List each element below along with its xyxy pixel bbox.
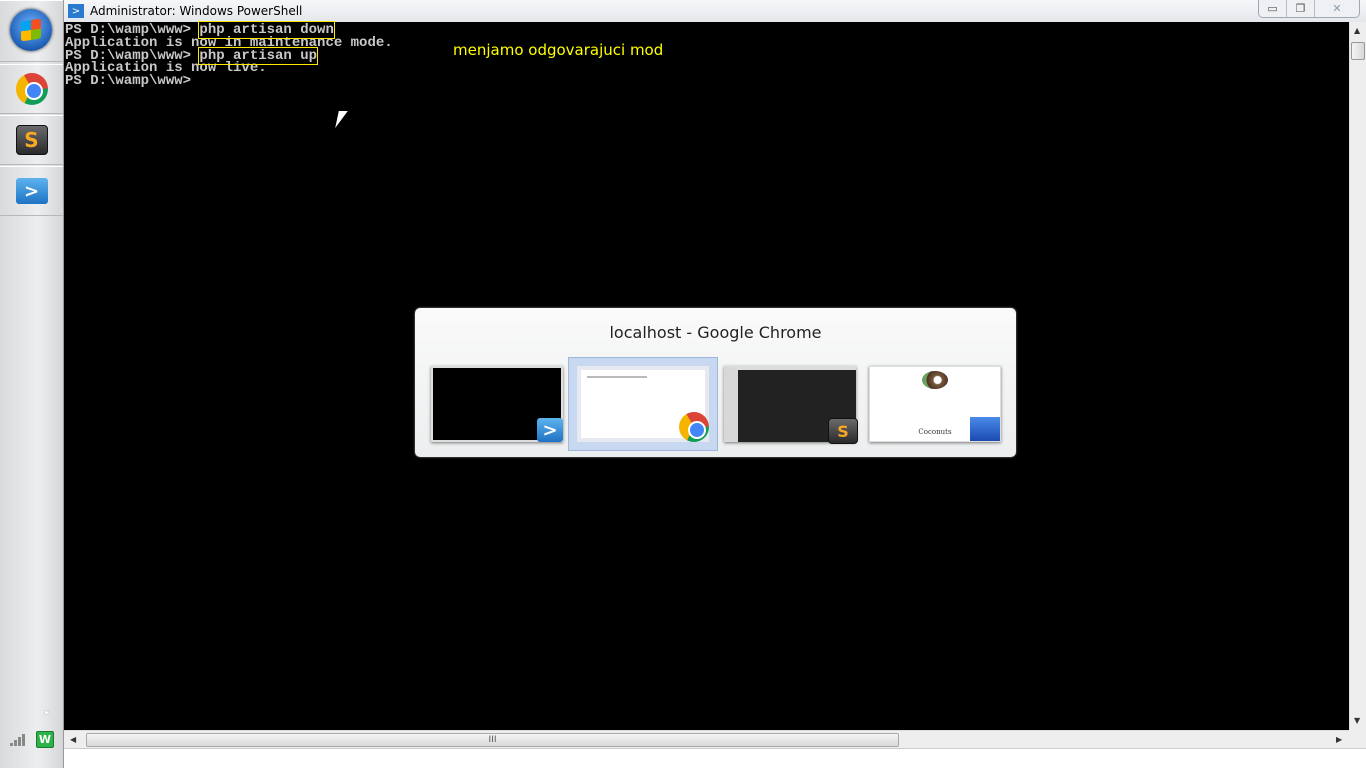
restore-icon: ❐ [1295,2,1306,15]
close-button[interactable]: ✕ [1315,0,1359,17]
taskbar-item-powershell[interactable]: > [0,166,63,216]
coconut-image [922,371,948,389]
switcher-title: localhost - Google Chrome [609,323,822,342]
scroll-up-icon[interactable]: ▲ [1354,26,1360,35]
show-hidden-icons-button[interactable]: ▸ [45,708,50,718]
powershell-icon: > [68,4,84,18]
switcher-item-sublime[interactable]: S [724,366,858,444]
scroll-left-icon[interactable]: ◀ [70,735,76,744]
switcher-item-powershell[interactable]: > [431,366,563,442]
annotation-caption: menjamo odgovarajuci mod [453,41,664,59]
scroll-down-icon[interactable]: ▼ [1354,716,1360,725]
windows-logo-icon [10,9,52,51]
desktop-icon [970,417,1000,441]
alt-tab-switcher: localhost - Google Chrome > S Coconuts [415,308,1016,457]
window-title: Administrator: Windows PowerShell [90,4,303,18]
taskbar: S > ▸ W [0,0,64,768]
chrome-icon [679,412,709,442]
start-button[interactable] [0,0,63,62]
minimize-button[interactable]: ▭ [1259,0,1287,17]
title-bar: > Administrator: Windows PowerShell ▭ ❐ … [64,0,1366,22]
powershell-icon: > [537,418,563,442]
powershell-icon: > [15,178,48,204]
switcher-item-chrome[interactable] [569,358,717,450]
switcher-item-coconuts[interactable]: Coconuts [869,366,1001,442]
network-signal-icon[interactable] [10,732,28,746]
horizontal-scrollbar[interactable]: ◀ III ▶ [64,730,1349,748]
close-icon: ✕ [1332,2,1342,15]
sublime-icon: S [828,418,858,444]
minimize-icon: ▭ [1267,2,1278,15]
sublime-icon: S [15,125,48,155]
page-text-line [587,376,647,378]
chrome-icon [15,73,48,105]
prompt: PS D:\wamp\www> [65,73,192,90]
restore-button[interactable]: ❐ [1287,0,1315,17]
window-bottom-edge [64,748,1366,768]
scrollbar-corner [1349,730,1366,748]
console-line: PS D:\wamp\www> [65,73,1349,90]
vertical-scrollbar[interactable]: ▲ ▼ [1349,22,1366,730]
wamp-server-icon[interactable]: W [36,731,54,748]
horizontal-scroll-thumb[interactable]: III [86,733,899,747]
scroll-right-icon[interactable]: ▶ [1336,735,1342,744]
vertical-scroll-thumb[interactable] [1351,42,1365,60]
taskbar-item-sublime[interactable]: S [0,115,63,165]
taskbar-item-chrome[interactable] [0,64,63,114]
console-line: Application is now live. [65,60,267,77]
